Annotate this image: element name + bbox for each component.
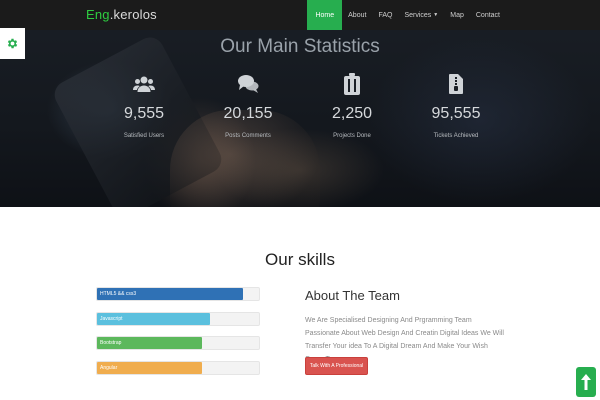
nav-item-home[interactable]: Home: [307, 0, 343, 30]
nav-item-contact[interactable]: Contact: [470, 0, 506, 30]
nav-label: FAQ: [378, 11, 393, 19]
comments-icon: [203, 72, 293, 96]
nav-label: Services: [404, 11, 432, 19]
skill-bar-javascript: Javascript: [96, 312, 260, 326]
nav-item-map[interactable]: Map: [444, 0, 470, 30]
skill-bar-fill: Javascript: [97, 313, 211, 325]
briefcase-icon: [307, 72, 397, 96]
stat-posts-comments: 20,155 Posts Comments: [203, 72, 293, 139]
stat-value: 2,250: [331, 105, 373, 122]
arrow-up-icon: [581, 374, 591, 390]
skill-bar-angular: Angular: [96, 361, 260, 375]
nav-label: Contact: [475, 11, 500, 19]
statistics-section: [0, 0, 600, 207]
file-icon: [411, 72, 501, 96]
statistics-title: Our Main Statistics: [220, 36, 380, 57]
stat-value: 95,555: [431, 105, 481, 122]
skill-label: Bootstrap: [100, 340, 122, 346]
stat-satisfied-users: 9,555 Satisfied Users: [99, 72, 189, 139]
nav-item-faq[interactable]: FAQ: [372, 0, 398, 30]
skill-bar-bootstrap: Bootstrap: [96, 336, 260, 350]
nav-menu: Home About FAQ Services ▼ Map Contact: [307, 0, 506, 30]
nav-label: About: [348, 11, 367, 19]
stat-tickets-achieved: 95,555 Tickets Achieved: [411, 72, 501, 139]
stat-label: Satisfied Users: [123, 133, 165, 139]
gear-icon: [7, 38, 18, 49]
brand-logo[interactable]: Eng.kerolos: [86, 7, 157, 22]
nav-label: Map: [450, 11, 464, 19]
talk-with-professional-button[interactable]: Talk With A Professional: [305, 357, 368, 375]
stat-label: Posts Comments: [225, 133, 271, 139]
navbar: Eng.kerolos Home About FAQ Services ▼ Map…: [0, 0, 600, 30]
stat-value: 9,555: [123, 105, 165, 122]
users-icon: [99, 72, 189, 96]
about-title: About The Team: [305, 288, 400, 303]
caret-down-icon: ▼: [433, 12, 439, 18]
nav-label: Home: [315, 11, 335, 19]
brand-suffix: .kerolos: [109, 7, 157, 22]
scroll-to-top-button[interactable]: [576, 367, 596, 397]
skill-label: Javascript: [100, 316, 123, 322]
stat-label: Tickets Achieved: [433, 133, 479, 139]
brand-prefix: Eng: [86, 7, 110, 22]
skill-bar-fill: HTML5 && css3: [97, 288, 243, 300]
skill-bar-fill: Bootstrap: [97, 337, 203, 349]
stat-label: Projects Done: [333, 133, 371, 139]
skill-bar-html: HTML5 && css3: [96, 287, 260, 301]
stat-value: 20,155: [223, 105, 273, 122]
nav-item-services[interactable]: Services ▼: [398, 0, 444, 30]
settings-toggle[interactable]: [0, 28, 25, 59]
skill-bar-fill: Angular: [97, 362, 203, 374]
nav-item-about[interactable]: About: [342, 0, 372, 30]
stat-projects-done: 2,250 Projects Done: [307, 72, 397, 139]
skill-label: HTML5 && css3: [100, 291, 137, 297]
skills-title: Our skills: [265, 250, 335, 269]
skill-label: Angular: [100, 365, 118, 371]
